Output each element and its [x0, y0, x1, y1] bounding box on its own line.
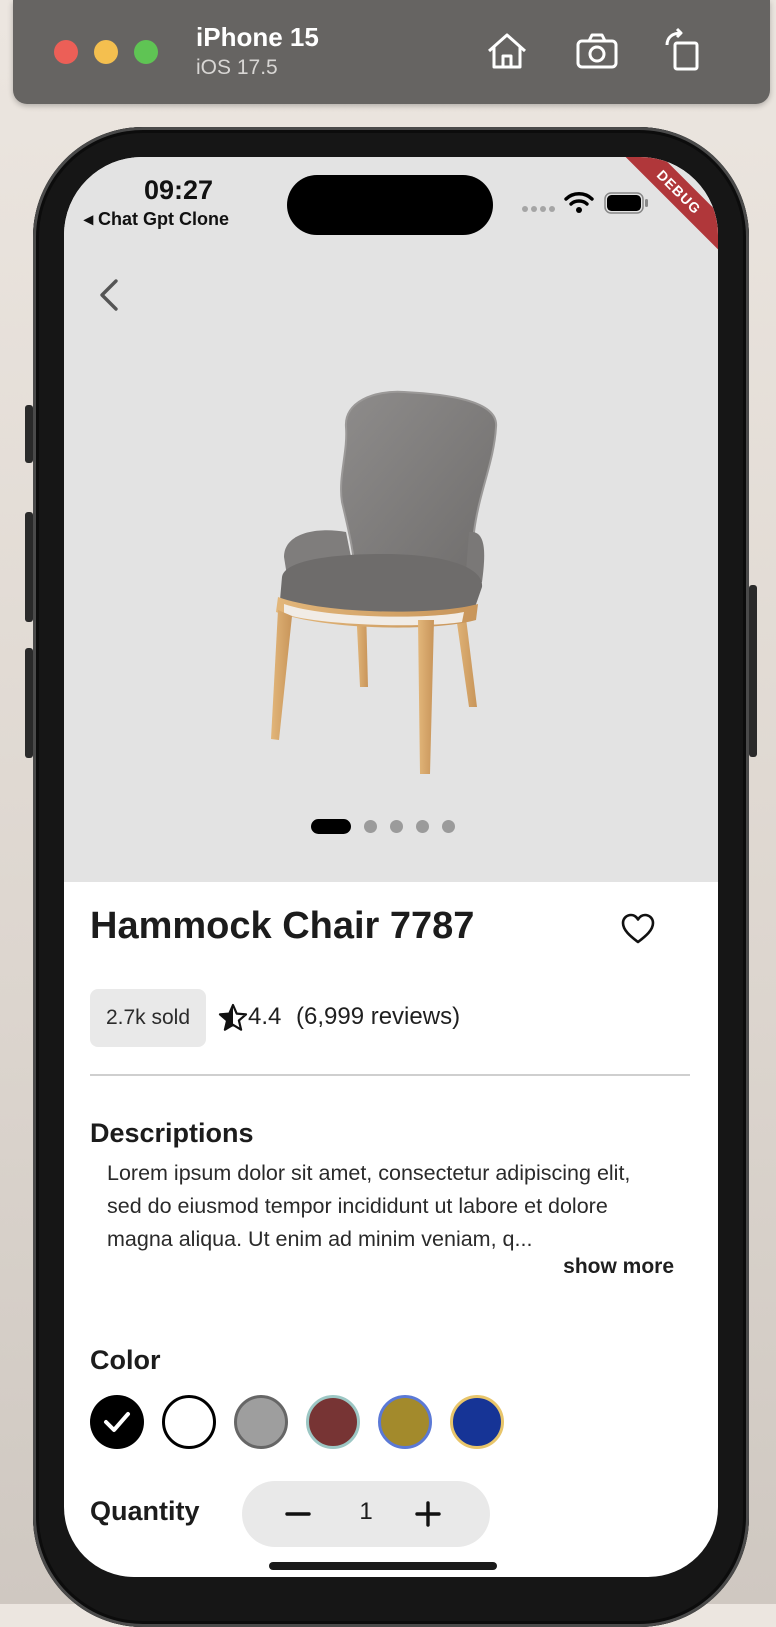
color-swatch[interactable] [162, 1395, 216, 1449]
sold-count-badge: 2.7k sold [90, 989, 206, 1047]
product-image-area: 09:27 ◂ Chat Gpt Clone DEBUG [64, 157, 718, 882]
page-dot-active[interactable] [311, 819, 351, 834]
device-name: iPhone 15 [196, 22, 319, 52]
rating-value: 4.4 [248, 1003, 282, 1030]
product-image[interactable] [264, 382, 514, 782]
zoom-window-button[interactable] [134, 40, 158, 64]
plus-icon [415, 1501, 441, 1527]
decrease-quantity-button[interactable] [282, 1498, 314, 1530]
divider [90, 1074, 690, 1076]
color-swatch[interactable] [378, 1395, 432, 1449]
close-window-button[interactable] [54, 40, 78, 64]
mute-switch [25, 405, 33, 463]
quantity-stepper: 1 [242, 1481, 490, 1547]
page-dot[interactable] [364, 820, 377, 833]
increase-quantity-button[interactable] [412, 1498, 444, 1530]
color-swatch[interactable] [90, 1395, 144, 1449]
chevron-left-icon [100, 279, 118, 311]
camera-icon [576, 33, 618, 69]
wifi-icon [564, 192, 594, 213]
descriptions-heading: Descriptions [90, 1118, 254, 1148]
power-button [749, 585, 757, 757]
color-swatch[interactable] [450, 1395, 504, 1449]
screenshot-button[interactable] [573, 27, 621, 75]
simulator-title-bar: iPhone 15 iOS 17.5 [13, 0, 770, 104]
home-indicator [269, 1562, 497, 1570]
minus-icon [285, 1512, 311, 1516]
product-title: Hammock Chair 7787 [90, 905, 475, 947]
app-screen: 09:27 ◂ Chat Gpt Clone DEBUG Hammock Cha… [64, 157, 718, 1577]
checkmark-icon [104, 1412, 130, 1432]
favorite-button[interactable] [620, 911, 656, 947]
quantity-heading: Quantity [90, 1496, 200, 1526]
back-to-app-link[interactable]: ◂ Chat Gpt Clone [84, 209, 229, 230]
color-heading: Color [90, 1345, 161, 1375]
page-dot[interactable] [390, 820, 403, 833]
rotate-icon [665, 27, 699, 71]
volume-down-button [25, 648, 33, 758]
signal-icon [522, 206, 555, 212]
image-page-indicator [64, 817, 718, 834]
description-text: Lorem ipsum dolor sit amet, consectetur … [107, 1161, 631, 1251]
review-count[interactable]: (6,999 reviews) [296, 1003, 460, 1031]
dynamic-island [287, 175, 493, 235]
quantity-value: 1 [359, 1498, 373, 1525]
home-icon [488, 33, 526, 69]
home-button[interactable] [483, 27, 531, 75]
heart-icon [621, 913, 655, 944]
page-dot[interactable] [416, 820, 429, 833]
battery-icon [604, 192, 648, 214]
color-swatch[interactable] [306, 1395, 360, 1449]
star-half-icon [218, 1003, 248, 1031]
back-button[interactable] [90, 275, 130, 315]
volume-up-button [25, 512, 33, 622]
color-swatch[interactable] [234, 1395, 288, 1449]
rotate-button[interactable] [661, 27, 709, 75]
os-version: iOS 17.5 [196, 56, 278, 79]
page-dot[interactable] [442, 820, 455, 833]
minimize-window-button[interactable] [94, 40, 118, 64]
show-more-link[interactable]: show more [563, 1255, 674, 1279]
status-time: 09:27 [144, 175, 214, 205]
